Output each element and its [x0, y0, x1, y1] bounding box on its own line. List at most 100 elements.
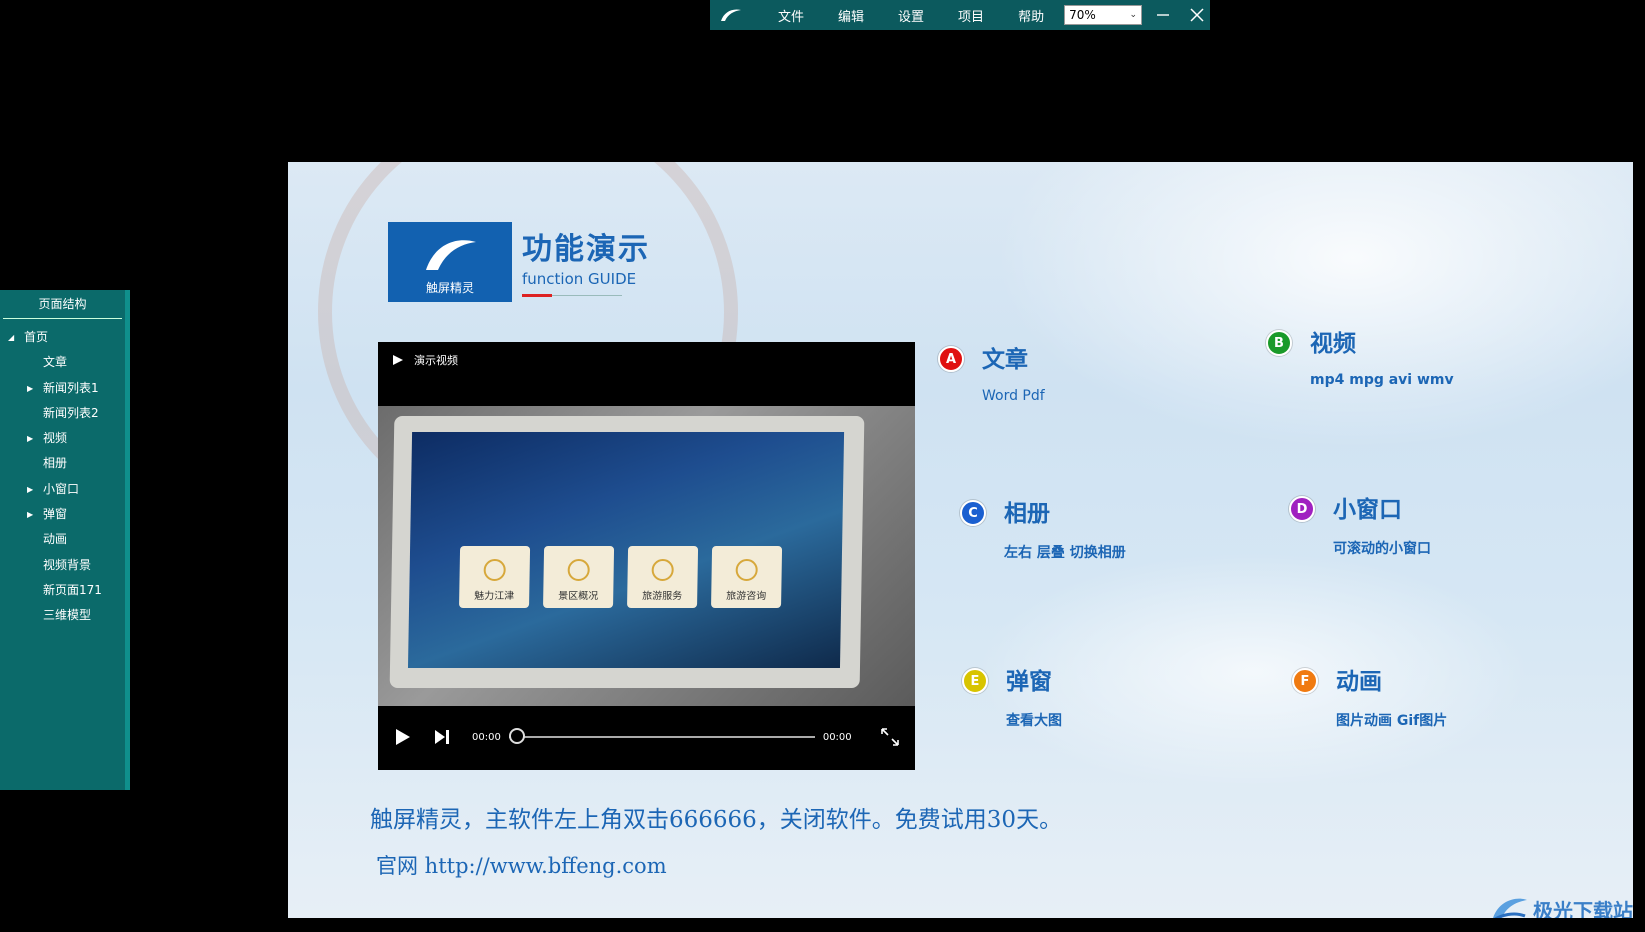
footer-website[interactable]: 官网 http://www.bffeng.com [376, 850, 667, 880]
feature-desc: 查看大图 [1006, 713, 1062, 729]
layers-icon [567, 559, 590, 581]
watermark: 极光下载站 [1489, 894, 1633, 918]
feature-title: 小窗口 [1333, 497, 1402, 523]
fullscreen-button[interactable] [874, 721, 906, 753]
tile-label: 旅游咨询 [726, 591, 767, 602]
menu-file[interactable]: 文件 [778, 6, 804, 25]
tree-item-label: 弹窗 [43, 507, 68, 522]
headset-icon [735, 559, 758, 581]
menu-edit[interactable]: 编辑 [838, 6, 864, 25]
fullscreen-icon [880, 728, 899, 746]
brand-logo: 触屏精灵 [388, 222, 512, 302]
expand-icon[interactable]: ▶ [27, 477, 33, 502]
watermark-logo-icon [1493, 898, 1527, 918]
feature-title: 弹窗 [1006, 669, 1052, 695]
title-underline [522, 294, 552, 297]
tree-item-3d-model[interactable]: 三维模型 [0, 603, 125, 628]
heart-icon [651, 559, 674, 581]
video-frame: 魅力江津 景区概况 旅游服务 旅游咨询 [378, 406, 915, 706]
badge-a-icon: A [938, 346, 964, 372]
expand-icon[interactable]: ▶ [27, 502, 33, 527]
badge-d-icon: D [1289, 496, 1315, 522]
close-icon [1190, 8, 1204, 22]
video-icon [393, 355, 403, 365]
top-menu-bar: 文件 编辑 设置 项目 帮助 70% ⌄ [710, 0, 1210, 30]
feature-desc: mp4 mpg avi wmv [1310, 372, 1454, 388]
tree-item-video[interactable]: ▶ 视频 [0, 426, 125, 451]
tile: 魅力江津 [459, 546, 531, 608]
tree-item-label: 新闻列表2 [43, 405, 99, 420]
badge-b-icon: B [1266, 330, 1292, 356]
zoom-value: 70% [1069, 8, 1096, 22]
feature-title: 文章 [982, 347, 1028, 373]
time-total: 00:00 [822, 731, 852, 743]
watermark-text: 极光下载站 [1533, 898, 1633, 919]
page-title: 功能演示 [522, 232, 650, 267]
page-structure-panel: 页面结构 ◢ 首页 文章 ▶ 新闻列表1 新闻列表2 ▶ 视频 相册 ▶ 小窗口 ▶ 弹窗… [0, 290, 130, 790]
menu-project[interactable]: 项目 [958, 6, 984, 25]
tree-item-album[interactable]: 相册 [0, 451, 125, 476]
tile: 旅游咨询 [711, 546, 783, 608]
tile: 旅游服务 [627, 546, 699, 608]
time-current: 00:00 [472, 731, 501, 743]
feature-desc: Word Pdf [982, 388, 1045, 404]
play-icon [396, 729, 410, 745]
progress-slider[interactable] [508, 728, 815, 744]
tile: 景区概况 [543, 546, 615, 608]
feature-title: 视频 [1310, 331, 1356, 357]
tree-item-home[interactable]: ◢ 首页 [0, 325, 125, 350]
tree-item-news-list-1[interactable]: ▶ 新闻列表1 [0, 376, 125, 401]
collapse-icon: ◢ [8, 333, 15, 342]
feature-title: 相册 [1004, 501, 1050, 527]
panel-title: 页面结构 [3, 290, 122, 319]
tree-item-label: 三维模型 [43, 608, 92, 623]
tree-item-label: 文章 [43, 355, 68, 370]
tree-item-label: 小窗口 [43, 481, 80, 496]
tree-item-label: 相册 [43, 456, 68, 471]
app-tiles: 魅力江津 景区概况 旅游服务 旅游咨询 [459, 546, 783, 608]
background-clouds [933, 162, 1633, 482]
tree-item-label: 新闻列表1 [43, 380, 99, 395]
progress-knob[interactable] [508, 728, 525, 744]
minimize-icon [1157, 14, 1170, 16]
tree-item-new-page-171[interactable]: 新页面171 [0, 578, 125, 603]
page-tree: ◢ 首页 文章 ▶ 新闻列表1 新闻列表2 ▶ 视频 相册 ▶ 小窗口 ▶ 弹窗 动画 视… [0, 325, 125, 629]
tile-label: 景区概况 [558, 591, 599, 602]
feature-desc: 可滚动的小窗口 [1333, 541, 1431, 557]
footer-notice: 触屏精灵，主软件左上角双击666666，关闭软件。免费试用30天。 [370, 807, 1063, 833]
feature-desc: 左右 层叠 切换相册 [1004, 545, 1126, 561]
play-button[interactable] [386, 721, 418, 753]
video-controls: 00:00 00:00 [378, 712, 915, 762]
chevron-down-icon: ⌄ [1129, 10, 1138, 20]
minimize-button[interactable] [1150, 0, 1176, 30]
tile-label: 旅游服务 [642, 591, 683, 602]
close-button[interactable] [1184, 0, 1210, 30]
tree-item-news-list-2[interactable]: 新闻列表2 [0, 401, 125, 426]
tree-item-popup[interactable]: ▶ 弹窗 [0, 502, 125, 527]
tree-item-animation[interactable]: 动画 [0, 527, 125, 552]
badge-c-icon: C [960, 500, 986, 526]
menu-settings[interactable]: 设置 [898, 6, 924, 25]
video-player[interactable]: 演示视频 魅力江津 景区概况 旅游服务 旅游咨询 00:00 00:00 [378, 342, 915, 770]
expand-icon[interactable]: ▶ [27, 376, 33, 401]
tree-item-label: 动画 [43, 532, 68, 547]
tree-item-video-bg[interactable]: 视频背景 [0, 553, 125, 578]
menu-help[interactable]: 帮助 [1018, 6, 1044, 25]
feature-desc: 图片动画 Gif图片 [1336, 713, 1448, 729]
tree-item-small-window[interactable]: ▶ 小窗口 [0, 477, 125, 502]
brand-label: 触屏精灵 [425, 281, 474, 295]
video-header: 演示视频 [392, 352, 458, 368]
tree-item-article[interactable]: 文章 [0, 350, 125, 375]
expand-icon[interactable]: ▶ [27, 426, 33, 451]
page-subtitle: function GUIDE [522, 270, 637, 288]
zoom-select[interactable]: 70% ⌄ [1064, 5, 1143, 25]
video-title: 演示视频 [414, 354, 458, 367]
tile-label: 魅力江津 [474, 591, 515, 602]
app-logo-icon [718, 0, 744, 30]
tree-item-label: 新页面171 [43, 582, 102, 597]
tree-item-label: 视频 [43, 431, 68, 446]
tree-item-label: 视频背景 [43, 557, 92, 572]
tree-item-label: 首页 [24, 330, 49, 344]
next-button[interactable] [426, 721, 458, 753]
badge-e-icon: E [962, 668, 988, 694]
